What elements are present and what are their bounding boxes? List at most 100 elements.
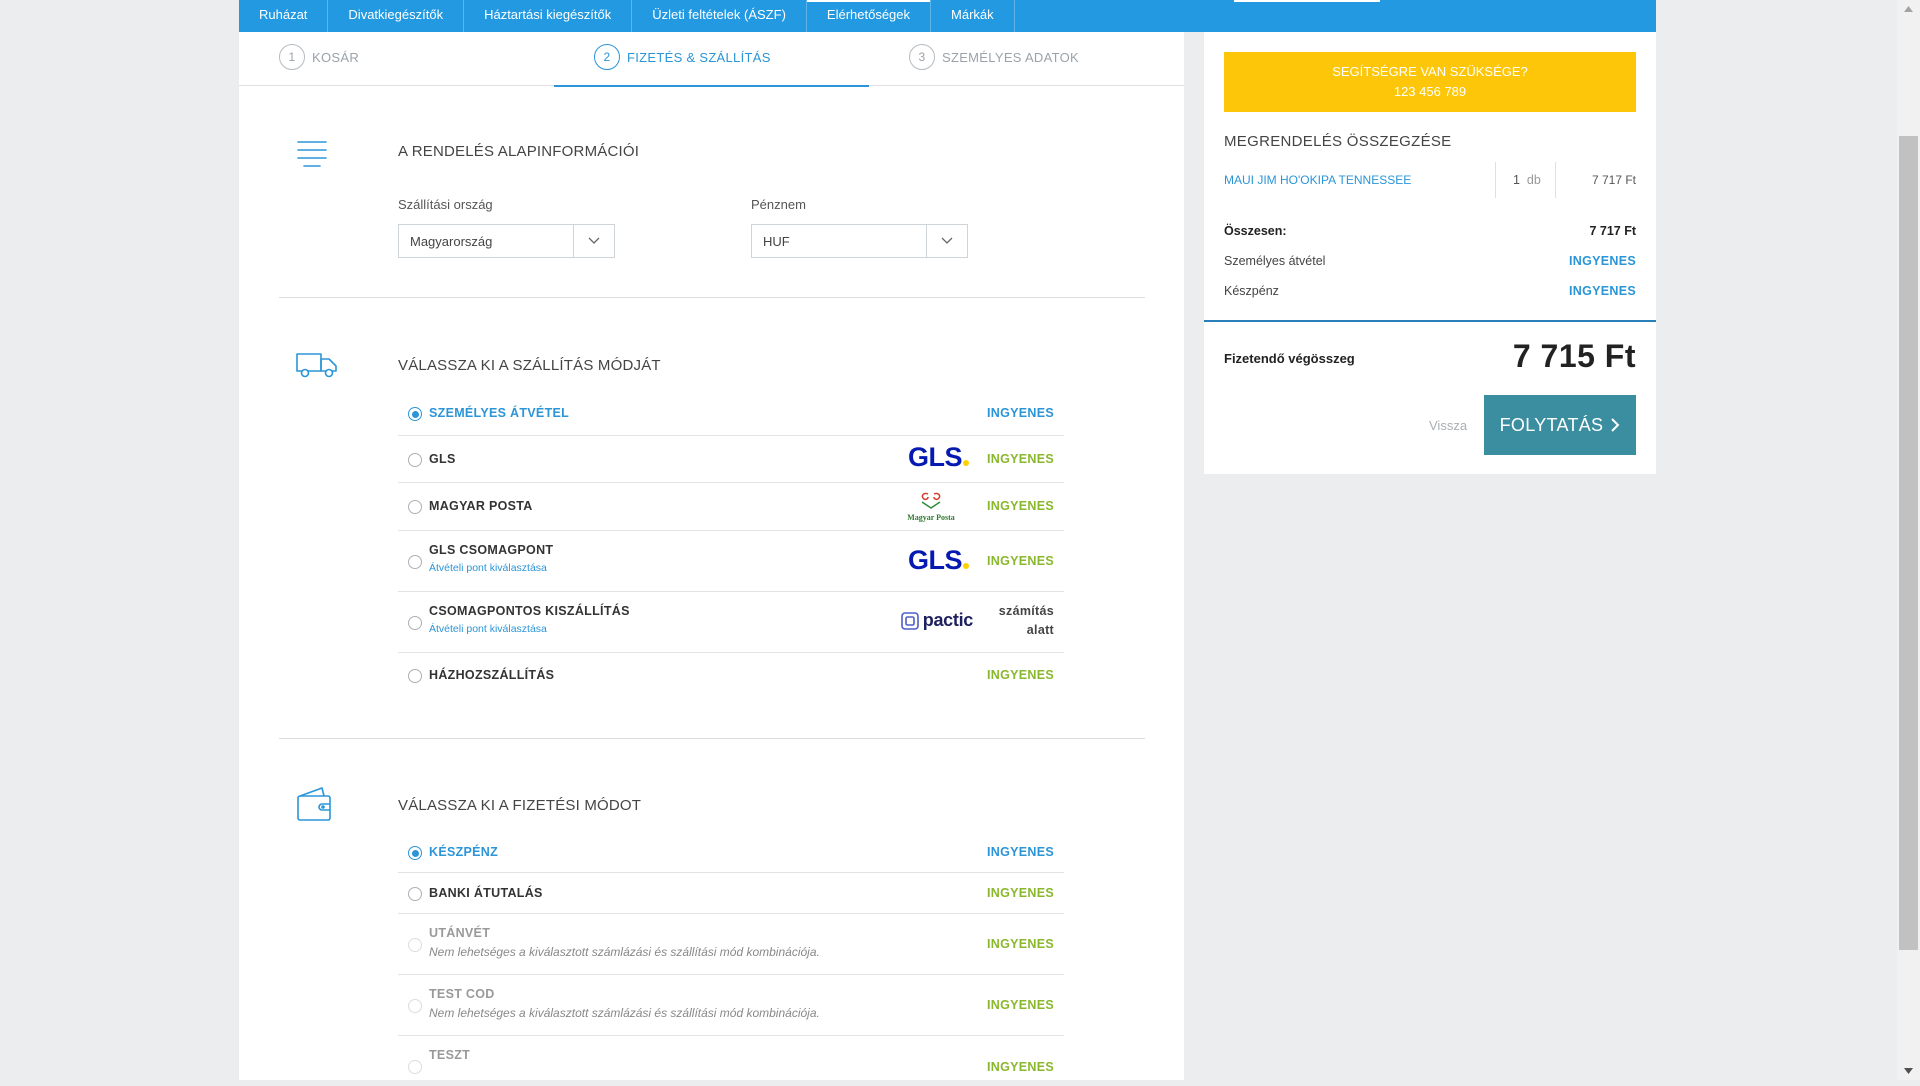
radio-button[interactable] xyxy=(408,500,422,514)
scroll-down-arrow-icon[interactable] xyxy=(1897,1062,1920,1080)
pactic-logo: pactic xyxy=(900,610,973,631)
radio-button xyxy=(408,1060,422,1074)
shipping-option-magyar-posta[interactable]: MAGYAR POSTA Magyar Posta INGYENES xyxy=(398,483,1064,531)
radio-button[interactable] xyxy=(408,555,422,569)
radio-button[interactable] xyxy=(408,887,422,901)
step-number: 3 xyxy=(909,44,935,70)
shipping-option-gls[interactable]: GLS GLS INGYENES xyxy=(398,436,1064,483)
payment-option-test-cod: TEST COD Nem lehetséges a kiválasztott s… xyxy=(398,975,1064,1036)
truck-icon xyxy=(296,352,338,383)
help-box[interactable]: SEGÍTSÉGRE VAN SZÜKSÉGE? 123 456 789 xyxy=(1224,52,1636,112)
chevron-down-icon xyxy=(926,225,967,257)
step-label: KOSÁR xyxy=(312,49,360,65)
shipping-cost-row: Személyes átvétel INGYENES xyxy=(1224,254,1636,268)
option-label: MAGYAR POSTA xyxy=(429,499,533,513)
shipping-option-gls-csomagpont[interactable]: GLS CSOMAGPONT Átvételi pont kiválasztás… xyxy=(398,531,1064,592)
option-price: INGYENES xyxy=(987,998,1054,1012)
gls-logo: GLS xyxy=(908,442,969,473)
option-label: BANKI ÁTUTALÁS xyxy=(429,886,543,900)
total-divider xyxy=(1204,320,1656,322)
radio-button xyxy=(408,999,422,1013)
option-price: INGYENES xyxy=(987,845,1054,859)
payment-cost-value: INGYENES xyxy=(1569,284,1636,298)
list-icon xyxy=(296,139,328,172)
payment-option-bank-transfer[interactable]: BANKI ÁTUTALÁS INGYENES xyxy=(398,873,1064,914)
summary-item-row: MAUI JIM HO'OKIPA TENNESSEE 1 db 7 717 F… xyxy=(1224,162,1636,198)
svg-text:Magyar Posta: Magyar Posta xyxy=(907,513,955,522)
shipping-cost-value: INGYENES xyxy=(1569,254,1636,268)
option-price: INGYENES xyxy=(987,1060,1054,1074)
item-quantity: 1 db xyxy=(1513,173,1541,187)
nav-item-elerhetosegek[interactable]: Elérhetőségek xyxy=(806,0,932,32)
item-separator xyxy=(1495,162,1496,198)
country-label: Szállítási ország xyxy=(398,197,493,212)
help-phone[interactable]: 123 456 789 xyxy=(1224,82,1636,102)
radio-button[interactable] xyxy=(408,846,422,860)
currency-select[interactable]: HUF xyxy=(751,224,968,258)
option-label: HÁZHOZSZÁLLÍTÁS xyxy=(429,668,555,682)
nav-active-indicator xyxy=(1234,0,1380,2)
scroll-up-arrow-icon[interactable] xyxy=(1897,0,1920,18)
nav-item-uzleti-feltetelek[interactable]: Üzleti feltételek (ÁSZF) xyxy=(632,0,807,32)
section-divider xyxy=(279,297,1145,298)
back-link[interactable]: Vissza xyxy=(1429,418,1467,433)
nav-item-divatkiegeszitok[interactable]: Divatkiegészítők xyxy=(328,0,465,32)
page-scrollbar[interactable] xyxy=(1897,0,1920,1080)
continue-button[interactable]: FOLYTATÁS xyxy=(1484,395,1636,455)
payment-option-utanvet: UTÁNVÉT Nem lehetséges a kiválasztott sz… xyxy=(398,914,1064,975)
shipping-option-hazhozszallitas[interactable]: HÁZHOZSZÁLLÍTÁS INGYENES xyxy=(398,653,1064,697)
shipping-cost-label: Személyes átvétel xyxy=(1224,254,1326,268)
option-label: KÉSZPÉNZ xyxy=(429,845,499,859)
option-price: INGYENES xyxy=(987,452,1054,466)
gls-logo: GLS xyxy=(908,545,969,576)
payment-option-cash[interactable]: KÉSZPÉNZ INGYENES xyxy=(398,832,1064,873)
option-label: GLS xyxy=(429,452,456,466)
currency-label: Pénznem xyxy=(751,197,806,212)
option-price: INGYENES xyxy=(987,668,1054,682)
option-price: INGYENES xyxy=(987,886,1054,900)
step-personal-data[interactable]: 3 SZEMÉLYES ADATOK xyxy=(909,44,1079,70)
step-label: SZEMÉLYES ADATOK xyxy=(942,49,1080,65)
scrollbar-thumb[interactable] xyxy=(1899,136,1918,950)
payment-options: KÉSZPÉNZ INGYENES BANKI ÁTUTALÁS INGYENE… xyxy=(398,832,1064,1086)
payment-cost-label: Készpénz xyxy=(1224,284,1279,298)
country-value: Magyarország xyxy=(410,234,493,249)
basic-info-title: A RENDELÉS ALAPINFORMÁCIÓI xyxy=(398,143,640,160)
option-label: SZEMÉLYES ÁTVÉTEL xyxy=(429,406,570,420)
pickup-point-link[interactable]: Átvételi pont kiválasztása xyxy=(429,562,547,574)
pickup-point-link[interactable]: Átvételi pont kiválasztása xyxy=(429,623,547,635)
shipping-option-personal[interactable]: SZEMÉLYES ÁTVÉTEL INGYENES xyxy=(398,392,1064,436)
item-name-link[interactable]: MAUI JIM HO'OKIPA TENNESSEE xyxy=(1224,173,1411,187)
option-price: INGYENES xyxy=(987,937,1054,951)
subtotal-value: 7 717 Ft xyxy=(1589,224,1636,238)
step-number: 1 xyxy=(279,44,305,70)
radio-button[interactable] xyxy=(408,616,422,630)
option-label: TESZT xyxy=(429,1048,471,1062)
radio-button[interactable] xyxy=(408,669,422,683)
help-text: SEGÍTSÉGRE VAN SZÜKSÉGE? xyxy=(1332,64,1528,79)
chevron-right-icon xyxy=(1611,418,1620,432)
country-select[interactable]: Magyarország xyxy=(398,224,615,258)
subtotal-label: Összesen: xyxy=(1224,224,1287,238)
summary-title: MEGRENDELÉS ÖSSZEGZÉSE xyxy=(1224,133,1452,150)
payment-title: VÁLASSZA KI A FIZETÉSI MÓDOT xyxy=(398,797,642,814)
step-cart[interactable]: 1 KOSÁR xyxy=(279,44,359,70)
magyar-posta-logo: Magyar Posta xyxy=(906,490,956,524)
option-label: GLS CSOMAGPONT xyxy=(429,543,554,557)
nav-item-haztartasi-kiegeszitok[interactable]: Háztartási kiegészítők xyxy=(464,0,633,32)
item-price: 7 717 Ft xyxy=(1591,173,1636,187)
radio-button[interactable] xyxy=(408,453,422,467)
option-label: TEST COD xyxy=(429,987,495,1001)
radio-button[interactable] xyxy=(408,407,422,421)
nav-item-ruhazat[interactable]: Ruházat xyxy=(239,0,329,32)
shipping-option-csomagpontos[interactable]: CSOMAGPONTOS KISZÁLLÍTÁS Átvételi pont k… xyxy=(398,592,1064,653)
option-label: UTÁNVÉT xyxy=(429,926,491,940)
currency-value: HUF xyxy=(763,234,790,249)
option-price: számítás alatt xyxy=(998,604,1054,637)
nav-item-markak[interactable]: Márkák xyxy=(931,0,1015,32)
shipping-options: SZEMÉLYES ÁTVÉTEL INGYENES GLS GLS INGYE… xyxy=(398,392,1064,697)
step-payment-shipping[interactable]: 2 FIZETÉS & SZÁLLÍTÁS xyxy=(594,44,771,70)
option-price: INGYENES xyxy=(987,406,1054,420)
option-price: INGYENES xyxy=(987,554,1054,568)
top-navigation: Ruházat Divatkiegészítők Háztartási kieg… xyxy=(239,0,1656,32)
